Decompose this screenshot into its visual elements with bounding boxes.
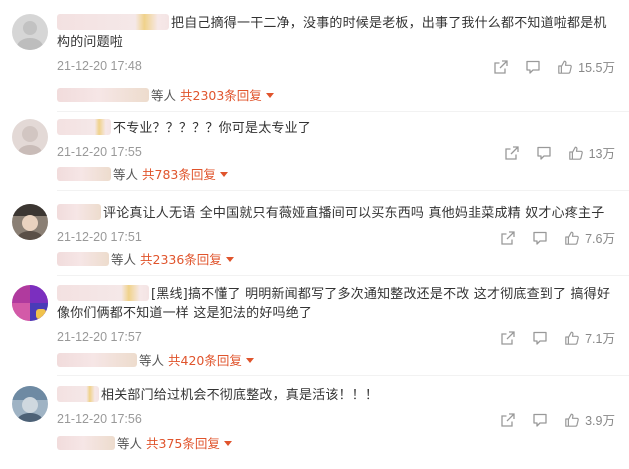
share-icon[interactable]	[493, 59, 509, 75]
reply-prefix: 等人	[111, 252, 137, 267]
replies-summary[interactable]: 等人 共2303条回复	[57, 86, 274, 106]
comment-text: [黑线]搞不懂了 明明新闻都写了多次通知整改还是不改 这才彻底查到了 搞得好像你…	[57, 285, 611, 321]
like-count: 3.9万	[585, 414, 615, 428]
comment-icon[interactable]	[532, 230, 548, 246]
share-icon[interactable]	[500, 330, 516, 346]
comment-text: 把自己摘得一干二净，没事的时候是老板，出事了我什么都不知道啦都是机构的问题啦	[57, 14, 607, 50]
view-replies-link[interactable]: 共420条回复	[168, 353, 242, 368]
chevron-down-icon[interactable]	[245, 358, 254, 363]
comment-icon[interactable]	[525, 59, 541, 75]
comment-text: 评论真让人无语 全中国就只有薇娅直播间可以买东西吗 真他妈韭菜成精 奴才心疼主子	[57, 204, 615, 223]
commenter-name[interactable]	[57, 119, 111, 135]
chevron-down-icon[interactable]	[265, 93, 274, 98]
replies-summary[interactable]: 等人 共783条回复	[57, 165, 228, 185]
avatar[interactable]	[12, 204, 48, 240]
divider	[57, 375, 629, 376]
reply-names	[57, 167, 111, 181]
commenter-name[interactable]	[57, 204, 101, 220]
commenter-name[interactable]	[57, 285, 149, 301]
commenter-name[interactable]	[57, 14, 169, 30]
comment-text: 相关部门给过机会不彻底整改，真是活该！！！	[57, 386, 615, 405]
divider	[57, 190, 629, 191]
avatar[interactable]	[12, 386, 48, 422]
replies-summary[interactable]: 等人 共420条回复	[57, 351, 254, 371]
chevron-down-icon[interactable]	[225, 257, 234, 262]
share-icon[interactable]	[500, 412, 516, 428]
view-replies-link[interactable]: 共783条回复	[142, 167, 216, 182]
view-replies-link[interactable]: 共375条回复	[146, 436, 220, 451]
comment-icon[interactable]	[532, 412, 548, 428]
comment-text: 不专业？？？？？你可是太专业了	[57, 119, 615, 138]
comment-time: 21-12-20 17:55	[57, 145, 142, 159]
share-icon[interactable]	[504, 145, 520, 161]
like-count: 15.5万	[578, 61, 615, 75]
thumbs-up-icon[interactable]	[568, 145, 584, 161]
thumbs-up-icon[interactable]	[564, 230, 580, 246]
replies-summary[interactable]: 等人 共2336条回复	[57, 250, 234, 270]
reply-names	[57, 353, 137, 367]
reply-prefix: 等人	[151, 88, 177, 103]
like-count: 7.6万	[585, 232, 615, 246]
comment-icon[interactable]	[536, 145, 552, 161]
comment-feed: 把自己摘得一干二净，没事的时候是老板，出事了我什么都不知道啦都是机构的问题啦 2…	[0, 0, 629, 469]
chevron-down-icon[interactable]	[219, 172, 228, 177]
like-count: 13万	[588, 147, 615, 161]
thumbs-up-icon[interactable]	[564, 412, 580, 428]
avatar[interactable]	[12, 119, 48, 155]
view-replies-link[interactable]: 共2303条回复	[180, 88, 262, 103]
comment-time: 21-12-20 17:56	[57, 412, 142, 426]
reply-prefix: 等人	[139, 353, 165, 368]
comment-time: 21-12-20 17:57	[57, 330, 142, 344]
reply-names	[57, 436, 115, 450]
divider	[57, 275, 629, 276]
like-count: 7.1万	[585, 332, 615, 346]
comment-time: 21-12-20 17:48	[57, 59, 142, 73]
view-replies-link[interactable]: 共2336条回复	[140, 252, 222, 267]
divider	[57, 111, 629, 112]
reply-prefix: 等人	[117, 436, 143, 451]
reply-names	[57, 88, 149, 102]
avatar[interactable]	[12, 14, 48, 50]
replies-summary[interactable]: 等人 共375条回复	[57, 434, 232, 454]
chevron-down-icon[interactable]	[223, 441, 232, 446]
reply-names	[57, 252, 109, 266]
thumbs-up-icon[interactable]	[564, 330, 580, 346]
reply-prefix: 等人	[113, 167, 139, 182]
thumbs-up-icon[interactable]	[557, 59, 573, 75]
commenter-name[interactable]	[57, 386, 99, 402]
comment-icon[interactable]	[532, 330, 548, 346]
comment-time: 21-12-20 17:51	[57, 230, 142, 244]
share-icon[interactable]	[500, 230, 516, 246]
avatar[interactable]	[12, 285, 48, 321]
